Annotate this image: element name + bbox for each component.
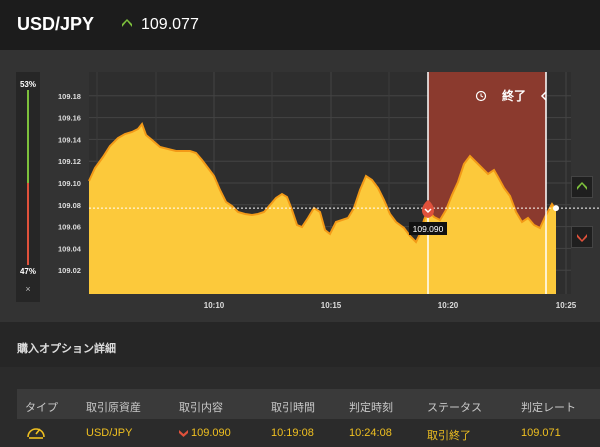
x-tick-label: 10:25 xyxy=(556,301,577,310)
chevron-down-icon xyxy=(577,234,587,242)
y-tick-label: 109.14 xyxy=(58,135,82,144)
section-gap xyxy=(0,367,600,389)
header-status: ステータス xyxy=(427,402,482,414)
chevron-down-icon xyxy=(179,430,188,437)
gauge-icon xyxy=(27,428,45,439)
price-chart: 109.02 109.04 109.06 109.08 109.10 109.12 109.… xyxy=(58,72,600,310)
header-content: 取引内容 xyxy=(179,402,223,414)
header-trade-time: 取引時間 xyxy=(271,402,315,414)
chevron-up-icon xyxy=(122,19,132,27)
low-button[interactable] xyxy=(571,226,593,248)
current-rate-dot xyxy=(553,205,559,212)
header-judge-rate: 判定レート xyxy=(521,402,576,414)
y-tick-label: 109.04 xyxy=(58,244,82,253)
high-button[interactable] xyxy=(571,176,593,198)
y-tick-label: 109.18 xyxy=(58,92,81,101)
x-tick-label: 10:15 xyxy=(321,301,342,310)
header-judge-time: 判定時刻 xyxy=(349,402,393,414)
x-tick-label: 10:10 xyxy=(204,301,225,310)
table-row[interactable]: USD/JPY 109.090 10:19:08 10:24:08 取引終了 1… xyxy=(17,419,600,447)
y-tick-label: 109.12 xyxy=(58,157,81,166)
section-title: 購入オプション詳細 xyxy=(17,343,116,355)
chevron-up-icon xyxy=(577,182,587,190)
y-tick-label: 109.06 xyxy=(58,223,81,232)
row-content: 109.090 xyxy=(191,427,231,439)
y-tick-label: 109.10 xyxy=(58,179,81,188)
y-tick-label: 109.08 xyxy=(58,201,81,210)
row-asset: USD/JPY xyxy=(86,427,133,439)
row-trade-time: 10:19:08 xyxy=(271,427,314,439)
marker-price: 109.090 xyxy=(413,224,444,234)
current-rate: 109.077 xyxy=(141,16,199,33)
y-tick-label: 109.02 xyxy=(58,266,81,275)
section-header: 購入オプション詳細 xyxy=(0,322,600,367)
expiry-label: 終了 xyxy=(502,88,526,103)
row-judge-time: 10:24:08 xyxy=(349,427,392,439)
table-header: タイプ 取引原資産 取引内容 取引時間 判定時刻 ステータス 判定レート xyxy=(17,389,600,419)
header-type: タイプ xyxy=(25,402,58,414)
row-judge-rate: 109.071 xyxy=(521,427,561,439)
currency-pair: USD/JPY xyxy=(17,14,95,34)
x-tick-label: 10:20 xyxy=(438,301,459,310)
row-status: 取引終了 xyxy=(427,430,471,442)
header-bar: USD/JPY 109.077 xyxy=(0,0,600,50)
y-tick-label: 109.16 xyxy=(58,114,81,123)
header-asset: 取引原資産 xyxy=(86,402,141,414)
